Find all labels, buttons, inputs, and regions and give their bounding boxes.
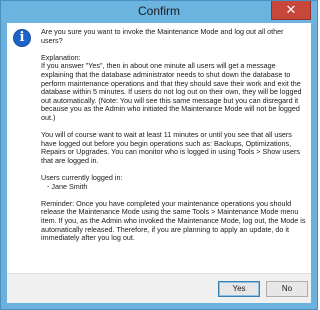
users-heading: Users currently logged in:	[41, 173, 123, 183]
no-button[interactable]: No	[266, 281, 308, 297]
message-area: i Are you sure you want to invoke the Ma…	[7, 23, 311, 273]
button-bar: Yes No	[7, 273, 311, 303]
wait-text: You will of course want to wait at least…	[41, 130, 300, 165]
question-text: Are you sure you want to invoke the Main…	[41, 27, 284, 45]
users-block: Users currently logged in: - Jane Smith	[41, 173, 307, 191]
user-list-item: - Jane Smith	[47, 181, 88, 191]
title-bar[interactable]: Confirm ✕	[1, 1, 317, 23]
dialog-client-area: i Are you sure you want to invoke the Ma…	[7, 23, 311, 303]
confirm-dialog: Confirm ✕ i Are you sure you want to inv…	[0, 0, 318, 310]
explanation-block: Explanation: If you answer "Yes", then i…	[41, 53, 307, 123]
reminder-text: Reminder: Once you have completed your m…	[41, 198, 306, 243]
dialog-title: Confirm	[137, 4, 180, 18]
info-icon: i	[13, 29, 31, 47]
close-icon: ✕	[285, 2, 297, 17]
message-text: Are you sure you want to invoke the Main…	[41, 27, 307, 251]
yes-button[interactable]: Yes	[218, 281, 260, 297]
close-button[interactable]: ✕	[271, 1, 311, 20]
explanation-text: If you answer "Yes", then in about one m…	[41, 61, 302, 122]
